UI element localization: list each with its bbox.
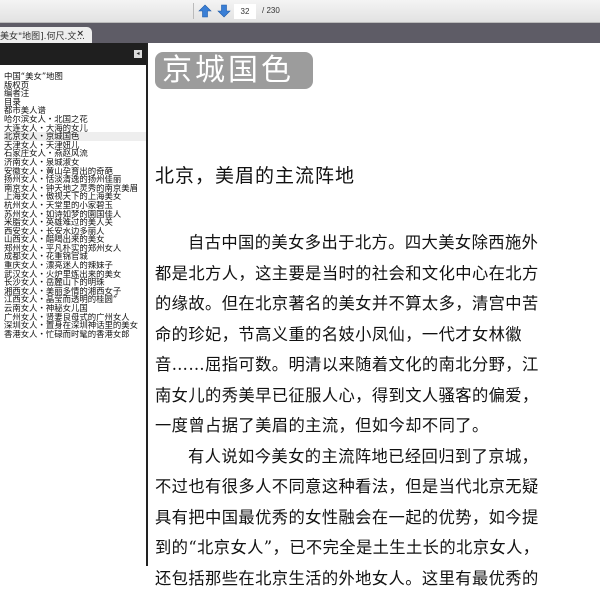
outline-item[interactable]: 扬州女人・恬淡清逸的扬州佳丽: [4, 175, 146, 184]
outline-item[interactable]: 天津女人・天津妞儿: [4, 141, 146, 150]
toolbar: / 230: [0, 0, 600, 23]
total-pages: / 230: [262, 6, 280, 15]
outline-item[interactable]: 重庆女人・漂亮迷人的辣妹子: [4, 261, 146, 270]
page-number-input[interactable]: [234, 4, 256, 19]
outline-item[interactable]: 米脂女人・英雄难过的美人关: [4, 218, 146, 227]
outline-item[interactable]: 香港女人・忙碌而时髦的香港女郎: [4, 330, 146, 339]
tab-bar: 美女"地图].何尺.文... ×: [0, 23, 600, 43]
document-tab[interactable]: 美女"地图].何尺.文... ×: [0, 27, 92, 43]
text-line: 不过也有很多人不同意这种看法，但是当代北京无疑: [155, 472, 595, 503]
text-line: 音……屈指可数。明清以来随着文化的南北分野，江: [155, 350, 595, 381]
outline-item[interactable]: 南京女人・钟天地之灵秀的南京美眉: [4, 184, 146, 193]
outline-item[interactable]: 湘西女人・美丽多情的湘西女子: [4, 287, 146, 296]
outline-item[interactable]: 山西女人・醋喝出来的美女: [4, 235, 146, 244]
document-page: 京城国色 北京，美眉的主流阵地 自古中国的美女多出于北方。四大美女除西施外都是北…: [148, 43, 600, 566]
outline-item[interactable]: 都市美人谱: [4, 106, 146, 115]
outline-item[interactable]: 哈尔滨女人・北国之花: [4, 115, 146, 124]
previous-page-icon[interactable]: [198, 4, 212, 18]
outline-item[interactable]: 江西女人・晶莹而透明的桂圆”: [4, 295, 146, 304]
text-line: 的缘故。但在北京著名的美女并不算太多，清宫中苦: [155, 289, 595, 320]
outline-item[interactable]: 广州女人・贤妻良母式的广州女人: [4, 313, 146, 322]
text-line: 有人说如今美女的主流阵地已经回归到了京城，: [155, 442, 595, 473]
outline-item[interactable]: 目录: [4, 98, 146, 107]
outline-item[interactable]: 上海女人・傲视天下的上海美女: [4, 192, 146, 201]
close-tab-icon[interactable]: ×: [76, 29, 84, 39]
text-line: 自古中国的美女多出于北方。四大美女除西施外: [155, 228, 595, 259]
body-text: 自古中国的美女多出于北方。四大美女除西施外都是北方人，这主要是当时的社会和文化中…: [155, 228, 595, 594]
outline-item[interactable]: 大连女人・大海的女儿: [4, 124, 146, 133]
outline-item[interactable]: 武汉女人・火炉里炼出来的美女: [4, 270, 146, 279]
outline-item[interactable]: 苏州女人・如诗如梦的園国佳人: [4, 210, 146, 219]
next-page-icon[interactable]: [217, 4, 231, 18]
outline-item[interactable]: 编者注: [4, 89, 146, 98]
outline-item[interactable]: 郑州女人・平凡朴实的郑州女人: [4, 244, 146, 253]
sidebar-header: ◂: [0, 43, 146, 65]
tab-title: 美女"地图].何尺.文...: [0, 32, 85, 42]
text-line: 一度曾占据了美眉的主流，但如今却不同了。: [155, 411, 595, 442]
toolbar-separator: [193, 3, 194, 19]
chapter-title-badge: 京城国色: [155, 52, 313, 89]
outline-item[interactable]: 中国“美女”地图: [4, 72, 146, 81]
text-line: 南女儿的秀美早已征服人心，得到文人骚客的偏爱，: [155, 381, 595, 412]
outline-item[interactable]: 成都女人・花重锦官城: [4, 252, 146, 261]
text-line: 命的珍妃，节高义重的名妓小凤仙，一代才女林徽: [155, 320, 595, 351]
outline-item[interactable]: 杭州女人・天堂里的小家碧玉: [4, 201, 146, 210]
outline-list: 中国“美女”地图版权页编者注目录都市美人谱哈尔滨女人・北国之花大连女人・大海的女…: [0, 65, 146, 338]
outline-item[interactable]: 西安女人・长安水边多丽人: [4, 227, 146, 236]
outline-item[interactable]: 济南女人・泉城淑女: [4, 158, 146, 167]
bookmarks-sidebar: ◂ 中国“美女”地图版权页编者注目录都市美人谱哈尔滨女人・北国之花大连女人・大海…: [0, 43, 148, 566]
text-line: 具有把中国最优秀的女性融会在一起的优势，如今提: [155, 503, 595, 534]
text-line: 到的“北京女人”，已不完全是土生土长的北京女人，: [155, 533, 595, 564]
collapse-sidebar-icon[interactable]: ◂: [134, 50, 142, 58]
outline-item[interactable]: 深圳女人・置身在深圳神话里的美女: [4, 321, 146, 330]
outline-item[interactable]: 北京女人・京城国色: [4, 132, 146, 141]
section-heading: 北京，美眉的主流阵地: [155, 161, 355, 188]
outline-item[interactable]: 版权页: [4, 81, 146, 90]
outline-item[interactable]: 安徽女人・黄山孕育出的奇葩: [4, 167, 146, 176]
outline-item[interactable]: 石家庄女人・燕赵风流: [4, 149, 146, 158]
text-line: 都是北方人，这主要是当时的社会和文化中心在北方: [155, 259, 595, 290]
text-line: 还包括那些在北京生活的外地女人。这里有最优秀的: [155, 564, 595, 594]
outline-item[interactable]: 长沙女人・岳麓山下的明珠: [4, 278, 146, 287]
outline-item[interactable]: 云南女人・神秘女儿国: [4, 304, 146, 313]
